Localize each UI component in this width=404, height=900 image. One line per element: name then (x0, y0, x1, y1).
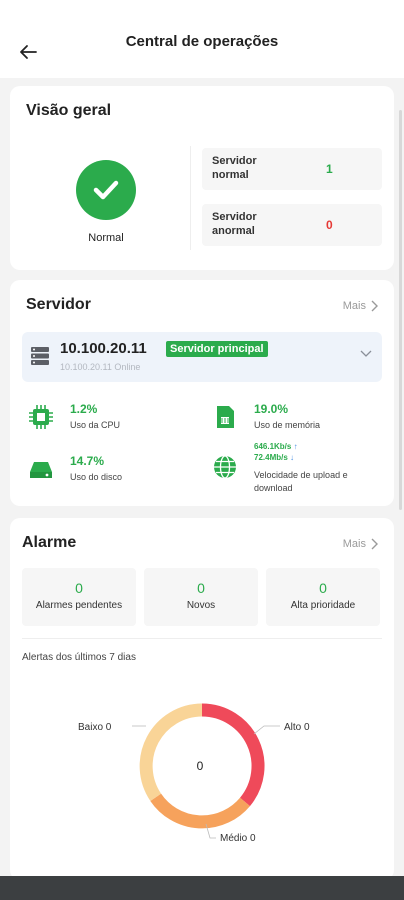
alarm-donut-chart: 0 Baixo 0 Alto 0 Médio 0 (78, 703, 310, 844)
donut-segment-low (139, 703, 203, 801)
arrow-down-icon: ↓ (290, 453, 295, 462)
abnormal-server-label: Servidor anormal (212, 211, 257, 237)
chevron-down-icon (360, 350, 372, 357)
server-status-text: 10.100.20.11 Online (60, 362, 141, 372)
navigation-bar (0, 876, 404, 900)
donut-segment-medium (150, 793, 250, 829)
alarm-more-label: Mais (342, 538, 366, 550)
server-more-label: Mais (342, 300, 366, 312)
overview-card: Visão geral Normal Servidor normal 1 Ser… (10, 86, 394, 270)
disk-metric: 14.7% Uso do disco (22, 452, 192, 496)
high-priority-label: Alta prioridade (290, 600, 356, 611)
high-priority-count: 0 (319, 580, 327, 596)
network-label: Velocidade de upload e download (254, 470, 348, 493)
new-alarms-label: Novos (186, 600, 216, 611)
new-alarms-box[interactable]: 0 Novos (144, 568, 258, 626)
status-label: Normal (88, 232, 124, 244)
high-priority-box[interactable]: 0 Alta prioridade (266, 568, 380, 626)
status-ok-icon (76, 160, 136, 220)
alarm-card: Alarme Mais 0 Alarmes pendentes 0 Novos … (10, 518, 394, 880)
donut-center-value: 0 (197, 759, 204, 773)
globe-icon (214, 455, 236, 479)
high-legend-label: Alto 0 (284, 722, 310, 733)
disk-label: Uso do disco (70, 472, 123, 482)
chevron-right-icon (371, 538, 378, 550)
cpu-label: Uso da CPU (70, 420, 121, 430)
medium-legend-label: Médio 0 (220, 833, 256, 844)
alarm-title: Alarme (22, 534, 77, 551)
abnormal-server-count: 0 (326, 218, 333, 232)
server-selector[interactable]: 10.100.20.11 Servidor principal 10.100.2… (22, 332, 382, 382)
pending-alarms-box[interactable]: 0 Alarmes pendentes (22, 568, 136, 626)
memory-label: Uso de memória (254, 420, 321, 430)
back-arrow-icon[interactable] (16, 40, 40, 64)
abnormal-server-row[interactable]: Servidor anormal 0 (202, 204, 382, 246)
memory-metric: 19.0% Uso de memória (206, 400, 376, 444)
overview-title: Visão geral (26, 102, 112, 119)
divider (190, 146, 191, 250)
cpu-metric: 1.2% Uso da CPU (22, 400, 192, 444)
server-title: Servidor (26, 296, 91, 313)
arrow-up-icon: ↑ (293, 442, 298, 451)
donut-segment-high (201, 703, 265, 807)
pending-alarms-count: 0 (75, 580, 83, 596)
cpu-icon (29, 405, 53, 429)
server-card: Servidor Mais 10.100.20.11 Servidor prin… (10, 280, 394, 506)
server-role-badge: Servidor principal (166, 341, 268, 357)
download-speed-value: 72.4Mb/s (254, 453, 288, 462)
upload-speed-value: 646.1Kb/s (254, 442, 292, 451)
normal-server-row[interactable]: Servidor normal 1 (202, 148, 382, 190)
new-alarms-count: 0 (197, 580, 205, 596)
chevron-right-icon (371, 300, 378, 312)
disk-value: 14.7% (70, 454, 105, 468)
divider (22, 638, 382, 639)
hard-disk-icon (30, 462, 52, 478)
alarm-chart-title: Alertas dos últimos 7 dias (22, 652, 136, 663)
low-legend-label: Baixo 0 (78, 722, 112, 733)
memory-value: 19.0% (254, 402, 289, 416)
server-rack-icon (31, 347, 49, 365)
pending-alarms-label: Alarmes pendentes (35, 600, 123, 611)
memory-card-icon (217, 406, 234, 428)
scrollbar[interactable] (399, 110, 402, 510)
alarm-more-link[interactable]: Mais (343, 538, 378, 550)
server-more-link[interactable]: Mais (343, 300, 378, 312)
download-speed: 72.4Mb/s ↓ (254, 453, 294, 462)
upload-speed: 646.1Kb/s ↑ (254, 442, 298, 451)
page-title: Central de operações (125, 32, 279, 50)
top-bar: Central de operações (0, 0, 404, 78)
cpu-value: 1.2% (70, 402, 98, 416)
server-ip: 10.100.20.11 (60, 340, 147, 357)
normal-server-count: 1 (326, 162, 333, 176)
network-metric: 646.1Kb/s ↑ 72.4Mb/s ↓ Velocidade de upl… (206, 442, 376, 498)
normal-server-label: Servidor normal (212, 155, 257, 181)
